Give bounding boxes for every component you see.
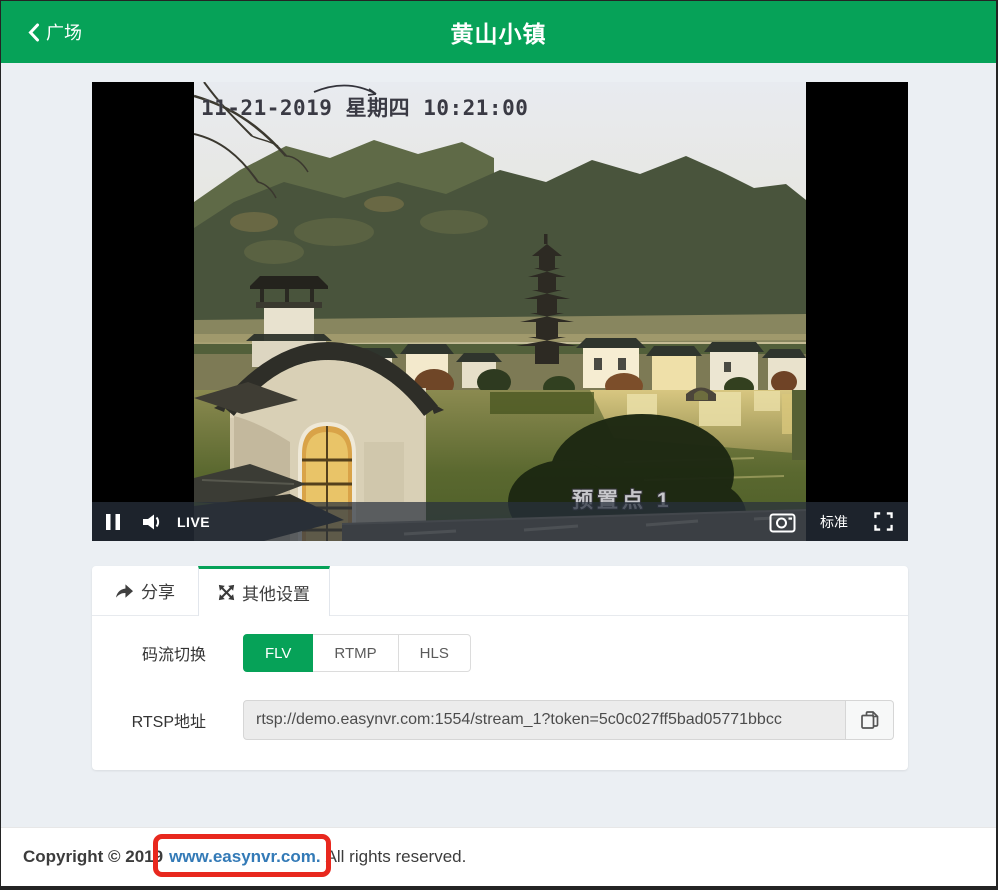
quality-button[interactable]: 标准 (820, 512, 848, 532)
back-label: 广场 (46, 19, 82, 45)
tab-other-settings[interactable]: 其他设置 (198, 566, 330, 616)
tab-share[interactable]: 分享 (92, 566, 198, 615)
camera-icon (769, 511, 796, 533)
video-scene (194, 82, 806, 541)
tab-share-label: 分享 (141, 578, 175, 603)
rtsp-row: RTSP地址 (92, 700, 908, 740)
app-header: 广场 黄山小镇 (1, 1, 996, 63)
tab-other-settings-label: 其他设置 (242, 580, 310, 605)
rtsp-label: RTSP地址 (124, 708, 206, 732)
expand-arrows-icon (218, 584, 235, 601)
copyright-suffix: All rights reserved. (326, 847, 467, 867)
share-arrow-icon (115, 582, 134, 599)
player-control-bar: LIVE 标准 (92, 502, 908, 541)
back-button[interactable]: 广场 (27, 1, 82, 63)
stream-option-hls[interactable]: HLS (399, 634, 471, 672)
app-window: 广场 黄山小镇 (0, 0, 998, 890)
footer-link[interactable]: www.easynvr.com. (169, 847, 321, 867)
stream-option-flv[interactable]: FLV (243, 634, 313, 672)
copy-button[interactable] (846, 700, 894, 740)
chevron-left-icon (27, 23, 40, 42)
volume-button[interactable] (141, 513, 161, 531)
fullscreen-button[interactable] (874, 512, 893, 531)
stream-button-group: FLV RTMP HLS (243, 634, 471, 672)
video-player: 11-21-2019 星期四 10:21:00 预置点 1 LIVE (92, 82, 908, 541)
app-footer: Copyright © 2019 www.easynvr.com. All ri… (1, 827, 996, 886)
video-surface[interactable]: 11-21-2019 星期四 10:21:00 预置点 1 (194, 82, 806, 541)
stream-switch-label: 码流切换 (124, 641, 206, 665)
copy-icon (860, 710, 880, 730)
page-title: 黄山小镇 (451, 15, 547, 49)
rtsp-address-input[interactable] (243, 700, 846, 740)
copyright-prefix: Copyright © 2019 (23, 847, 163, 867)
stream-switch-row: 码流切换 FLV RTMP HLS (92, 634, 908, 672)
live-badge: LIVE (177, 514, 210, 530)
osd-timestamp: 11-21-2019 星期四 10:21:00 (201, 92, 601, 122)
volume-icon (141, 513, 161, 531)
tab-bar: 分享 其他设置 (92, 566, 908, 616)
stream-option-rtmp[interactable]: RTMP (313, 634, 398, 672)
fullscreen-icon (874, 512, 893, 531)
pause-button[interactable] (105, 513, 121, 531)
snapshot-button[interactable] (769, 511, 796, 533)
settings-card: 分享 其他设置 码流切换 FLV RTMP HLS (92, 566, 908, 770)
pause-icon (105, 513, 121, 531)
